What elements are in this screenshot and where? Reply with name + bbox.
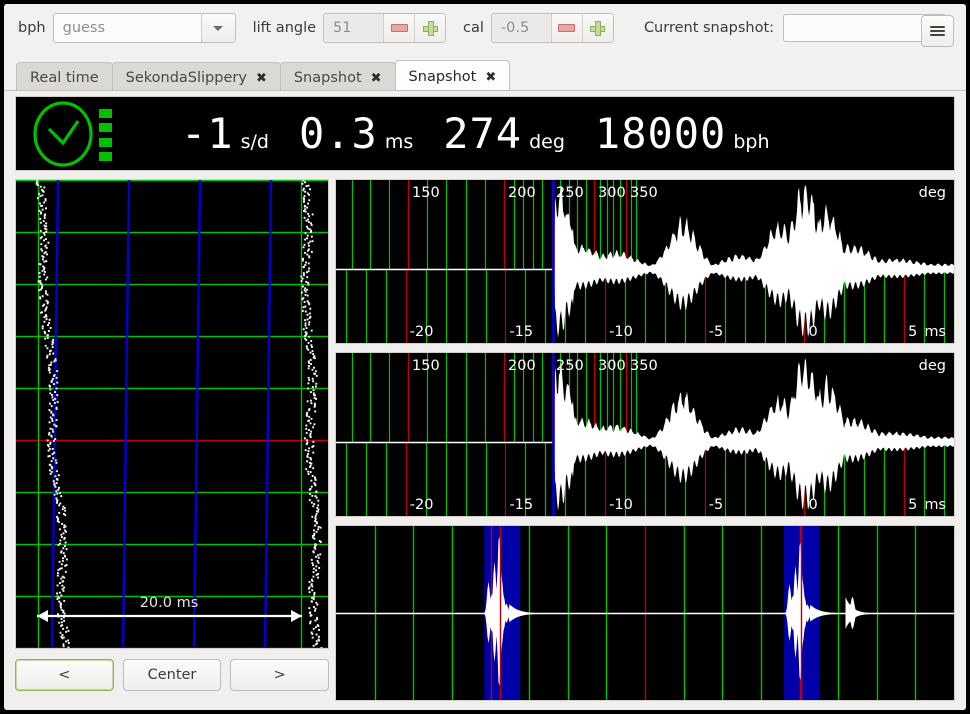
pulse-overview-chart[interactable] xyxy=(335,525,955,701)
svg-text:200: 200 xyxy=(508,185,536,201)
center-button[interactable]: Center xyxy=(122,659,222,691)
tab-snapshot-1[interactable]: Snapshot ✖ xyxy=(279,62,396,93)
waveform-chart-top[interactable]: 150 200 250 300 350 deg -20 -15 -10 -5 0 5 ms xyxy=(335,179,955,344)
metric-rate: -1 s/d xyxy=(181,108,269,158)
measurement-readout: -1 s/d 0.3 ms 274 deg 18000 bph xyxy=(15,96,955,171)
svg-text:300: 300 xyxy=(598,185,626,201)
svg-text:-5: -5 xyxy=(709,324,723,340)
tape-controls: < Center > xyxy=(15,659,330,691)
bph-value: guess xyxy=(62,20,106,36)
svg-text:0: 0 xyxy=(808,324,817,340)
svg-text:5: 5 xyxy=(908,324,917,340)
content-area: -1 s/d 0.3 ms 274 deg 18000 bph 20.0 ms … xyxy=(4,91,966,710)
next-button[interactable]: > xyxy=(230,659,330,691)
lift-angle-decrement-button[interactable] xyxy=(383,14,415,42)
previous-button[interactable]: < xyxy=(15,659,114,691)
close-icon[interactable]: ✖ xyxy=(485,71,496,84)
current-snapshot-label: Current snapshot: xyxy=(643,20,775,36)
svg-text:-10: -10 xyxy=(609,497,633,513)
hamburger-menu-icon xyxy=(930,25,945,37)
chevron-down-icon[interactable] xyxy=(200,14,235,42)
lift-angle-value[interactable]: 51 xyxy=(324,14,384,42)
svg-text:5: 5 xyxy=(908,497,917,513)
svg-text:20.0 ms: 20.0 ms xyxy=(140,595,199,611)
tab-bar: Real time SekondaSlippery ✖ Snapshot ✖ S… xyxy=(4,52,966,93)
metric-unit: deg xyxy=(529,130,565,153)
metric-unit: ms xyxy=(384,130,414,153)
svg-text:350: 350 xyxy=(630,185,658,201)
cal-decrement-button[interactable] xyxy=(550,14,582,42)
clock-ok-icon xyxy=(29,98,101,170)
svg-text:-5: -5 xyxy=(709,497,723,513)
metric-value: 18000 xyxy=(594,108,727,158)
lift-angle-label: lift angle xyxy=(252,20,317,36)
svg-text:ms: ms xyxy=(924,497,946,513)
cal-increment-button[interactable] xyxy=(581,14,613,42)
cal-value[interactable]: -0.5 xyxy=(491,14,551,42)
svg-text:deg: deg xyxy=(919,185,946,201)
tab-real-time[interactable]: Real time xyxy=(16,62,113,93)
bph-label: bph xyxy=(18,20,46,36)
tab-label: Real time xyxy=(30,70,99,86)
plus-icon xyxy=(422,20,438,36)
svg-text:-15: -15 xyxy=(509,324,533,340)
close-icon[interactable]: ✖ xyxy=(371,72,382,85)
lift-angle-spinner[interactable]: 51 xyxy=(323,13,447,43)
svg-text:300: 300 xyxy=(598,358,626,374)
metric-value: 274 xyxy=(443,108,523,158)
svg-text:150: 150 xyxy=(412,185,440,201)
svg-text:0: 0 xyxy=(808,497,817,513)
beat-tape-chart[interactable]: 20.0 ms xyxy=(15,179,329,649)
toolbar: bph guess lift angle 51 cal -0.5 Current… xyxy=(4,4,966,52)
waveform-chart-bottom[interactable]: 150 200 250 300 350 deg -20 -15 -10 -5 0 5 ms xyxy=(335,352,955,517)
app-window: bph guess lift angle 51 cal -0.5 Current… xyxy=(4,4,966,710)
svg-text:150: 150 xyxy=(412,358,440,374)
bph-combobox[interactable]: guess xyxy=(52,13,236,43)
main-menu-button[interactable] xyxy=(921,15,954,47)
metric-unit: s/d xyxy=(240,130,269,153)
minus-icon xyxy=(390,24,408,32)
tab-snapshot-2[interactable]: Snapshot ✖ xyxy=(394,60,511,93)
metric-unit: bph xyxy=(733,130,770,153)
tab-strip: Real time SekondaSlippery ✖ Snapshot ✖ S… xyxy=(16,60,511,93)
svg-text:ms: ms xyxy=(924,324,946,340)
tab-label: SekondaSlippery xyxy=(125,70,247,86)
svg-text:-20: -20 xyxy=(410,324,434,340)
cal-label: cal xyxy=(463,20,484,36)
lift-angle-increment-button[interactable] xyxy=(414,14,446,42)
svg-text:200: 200 xyxy=(508,358,536,374)
svg-text:-15: -15 xyxy=(509,497,533,513)
metric-value: 0.3 xyxy=(298,108,378,158)
tab-label: Snapshot xyxy=(408,69,477,85)
cal-spinner[interactable]: -0.5 xyxy=(490,13,614,43)
svg-text:350: 350 xyxy=(630,358,658,374)
close-icon[interactable]: ✖ xyxy=(256,72,267,85)
plus-icon xyxy=(590,20,606,36)
metric-bph: 18000 bph xyxy=(594,108,770,158)
tab-sekondaslippery[interactable]: SekondaSlippery ✖ xyxy=(111,62,281,93)
svg-text:deg: deg xyxy=(919,358,946,374)
signal-bars-icon xyxy=(99,109,112,161)
minus-icon xyxy=(558,24,576,32)
svg-text:-20: -20 xyxy=(410,497,434,513)
svg-text:-10: -10 xyxy=(609,324,633,340)
metrics-row: -1 s/d 0.3 ms 274 deg 18000 bph xyxy=(181,108,800,158)
metric-amplitude: 274 deg xyxy=(443,108,565,158)
metric-value: -1 xyxy=(181,108,234,158)
tab-label: Snapshot xyxy=(293,70,362,86)
metric-beat-error: 0.3 ms xyxy=(298,108,414,158)
